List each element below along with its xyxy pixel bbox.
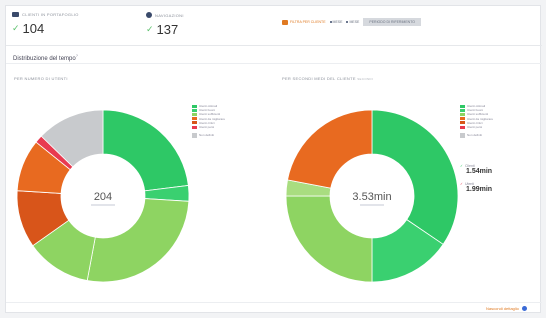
- portfolio-icon: [12, 12, 19, 17]
- donut-center-value: 204: [94, 191, 112, 203]
- legend-label: Non definiti: [467, 133, 483, 138]
- legend-swatch: [192, 108, 197, 112]
- legend-swatch: [460, 112, 465, 116]
- filter-client-button[interactable]: Filtra per cliente: [282, 19, 326, 25]
- donut-slice[interactable]: [287, 109, 373, 189]
- stat-clients-label: Clienti in portafoglio: [22, 12, 79, 17]
- filter-icon: [282, 19, 288, 25]
- metric-clients-value: 1.54min: [466, 168, 493, 175]
- donut-slice[interactable]: [102, 109, 189, 192]
- legend-swatch: [460, 104, 465, 108]
- legend-swatch: [192, 125, 197, 129]
- divider: [6, 63, 542, 64]
- footer-divider: [6, 302, 542, 303]
- hide-detail-link[interactable]: Nascondi dettaglio: [486, 306, 527, 311]
- legend-swatch: [192, 132, 197, 138]
- donut-chart-users: 204: [16, 109, 190, 283]
- filter-month-button[interactable]: Mese: [329, 20, 342, 24]
- donut-chart-seconds: 3.53min: [285, 109, 459, 283]
- legend-swatch: [460, 125, 465, 129]
- check-icon: ✓: [460, 182, 463, 186]
- stat-clients[interactable]: Clienti in portafoglio ✓ 104: [12, 12, 79, 36]
- legend-swatch: [192, 112, 197, 116]
- help-icon[interactable]: ?: [76, 53, 78, 58]
- legend-label: Utenti persi: [467, 125, 483, 130]
- legend-chart-2: Utenti ottimali Utenti buoni Utenti suffic…: [460, 104, 493, 138]
- donut-center-value: 3.53min: [352, 191, 391, 203]
- check-icon: ✓: [460, 164, 463, 168]
- filter-month-2-button[interactable]: Mese: [346, 20, 359, 24]
- top-stats-bar: Clienti in portafoglio ✓ 104 Navigazioni …: [6, 6, 542, 46]
- donut-slice[interactable]: [86, 198, 190, 283]
- legend-chart-1: Utenti ottimali Utenti buoni Utenti suffic…: [192, 104, 225, 138]
- legend-label: Utenti persi: [199, 125, 215, 130]
- calendar-icon: [329, 21, 332, 23]
- metric-users: ✓ Utenti 1.99min: [460, 182, 493, 193]
- chart-2-label: Per secondi medi del cliente secondi: [282, 76, 374, 81]
- metric-clients: ✓ Clienti 1.54min: [460, 164, 493, 175]
- stat-navigations[interactable]: Navigazioni ✓ 137: [146, 12, 184, 37]
- stat-navigations-value: 137: [156, 22, 179, 37]
- globe-icon: [146, 12, 152, 18]
- chart-1-label: Per numero di utenti: [14, 76, 68, 81]
- legend-swatch: [460, 121, 465, 125]
- legend-label: Non definiti: [199, 133, 215, 138]
- info-icon: [521, 306, 527, 311]
- stat-clients-value: 104: [22, 21, 45, 36]
- legend-swatch: [460, 117, 465, 121]
- period-button[interactable]: Periodo di riferimento: [363, 18, 422, 26]
- check-icon: ✓: [146, 24, 154, 34]
- section-title: Distribuzione del tempo?: [13, 53, 78, 62]
- legend-item-undefined[interactable]: Non definiti: [192, 132, 225, 138]
- check-icon: ✓: [12, 23, 20, 33]
- donut-slice[interactable]: [371, 109, 459, 245]
- dashboard-panel: Clienti in portafoglio ✓ 104 Navigazioni …: [5, 5, 542, 313]
- legend-swatch: [460, 132, 465, 138]
- legend-swatch: [192, 104, 197, 108]
- legend-item-undefined[interactable]: Non definiti: [460, 132, 493, 138]
- filter-bar: Filtra per cliente Mese Mese Periodo di …: [282, 18, 422, 26]
- legend-swatch: [460, 108, 465, 112]
- stat-navigations-label: Navigazioni: [155, 12, 184, 18]
- donut-slice[interactable]: [285, 195, 373, 283]
- legend-swatch: [192, 121, 197, 125]
- legend-swatch: [192, 117, 197, 121]
- metric-users-value: 1.99min: [466, 186, 493, 193]
